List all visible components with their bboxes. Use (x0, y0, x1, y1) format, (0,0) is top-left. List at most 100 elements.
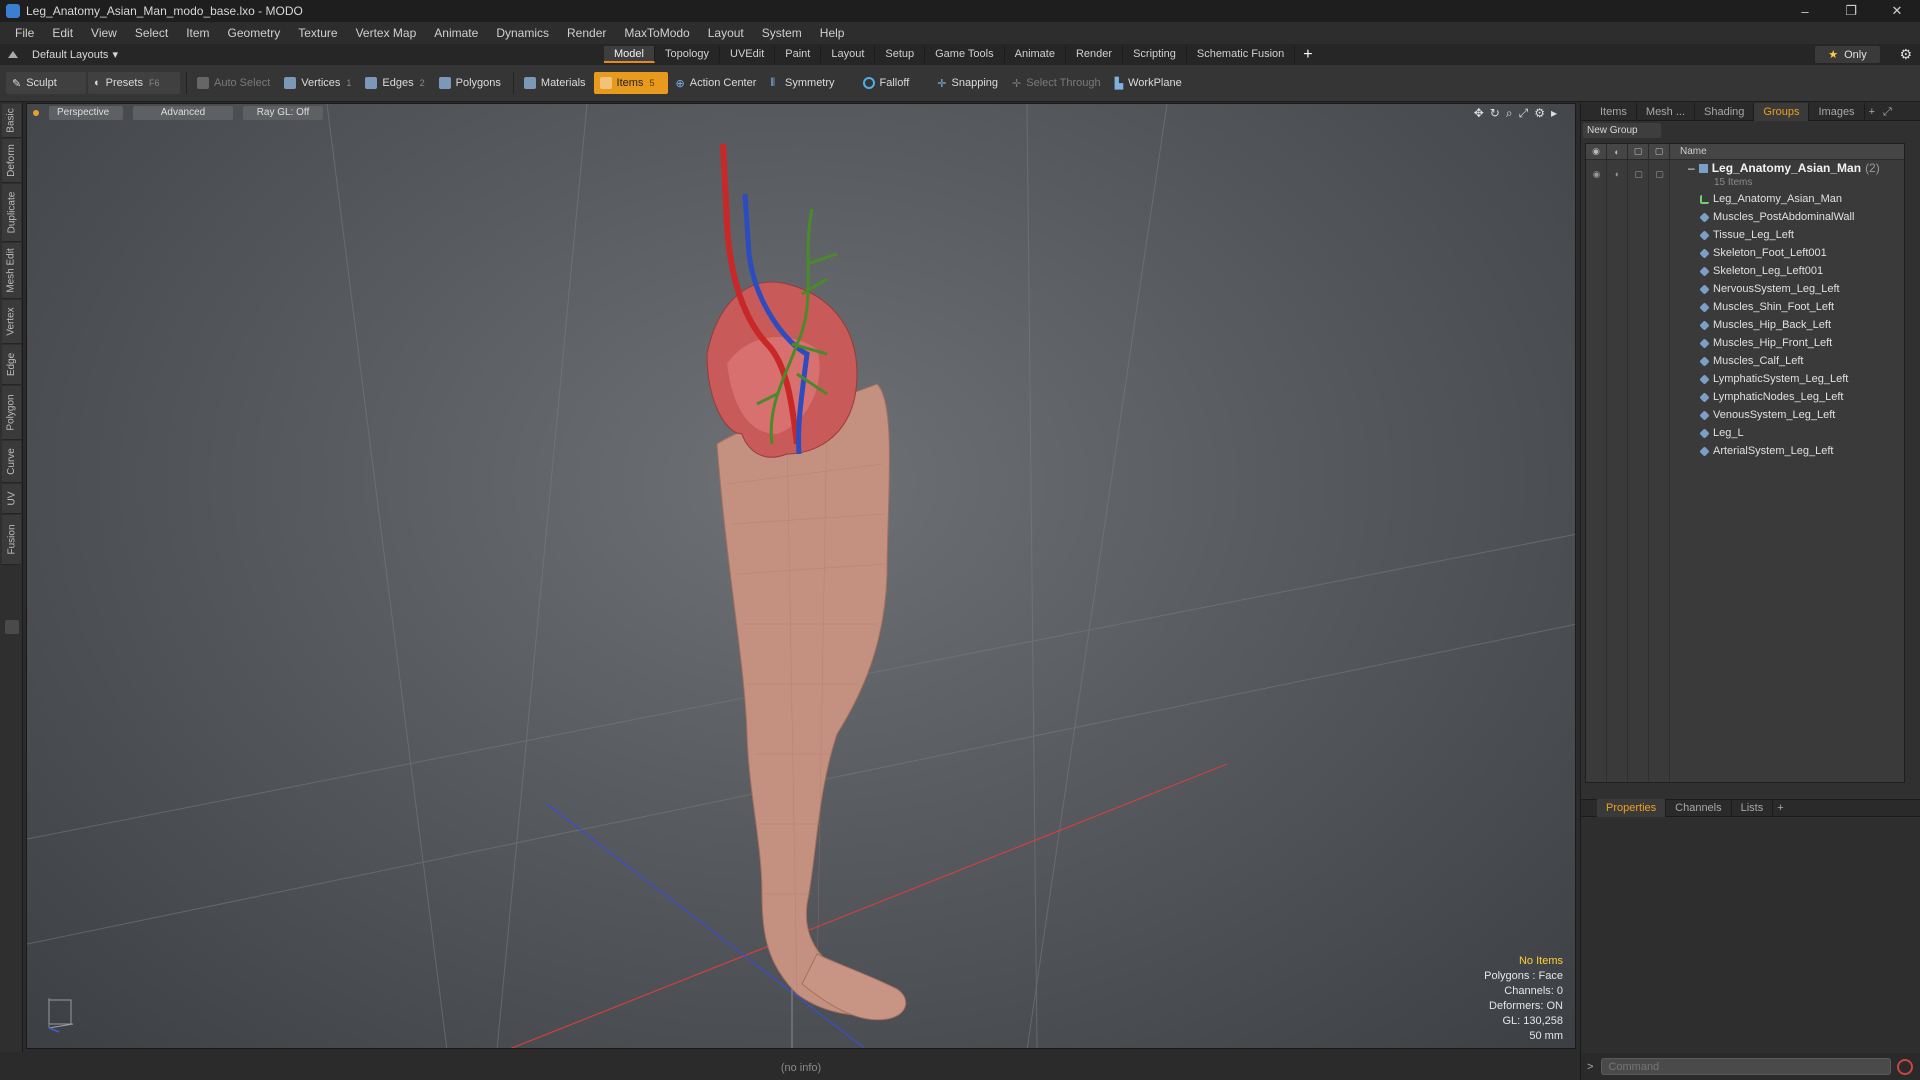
tab-animate[interactable]: Animate (1005, 46, 1066, 63)
menu-layout[interactable]: Layout (699, 26, 753, 40)
menu-system[interactable]: System (753, 26, 811, 40)
tab-layout[interactable]: Layout (821, 46, 876, 63)
materials-button[interactable]: Materials (518, 72, 592, 94)
menu-select[interactable]: Select (126, 26, 177, 40)
list-item[interactable]: Muscles_Hip_Front_Left (1670, 334, 1906, 352)
menu-vertex-map[interactable]: Vertex Map (347, 26, 426, 40)
collapse-arrow-icon[interactable] (8, 51, 18, 58)
restore-button[interactable]: ❐ (1828, 0, 1874, 22)
edges-button[interactable]: Edges 2 (359, 72, 430, 94)
layout-selector[interactable]: Default Layouts ▾ (0, 44, 150, 65)
list-item[interactable]: ArterialSystem_Leg_Left (1670, 442, 1906, 460)
group-visibility-toggle[interactable]: ◉ (1586, 166, 1607, 182)
list-item[interactable]: Skeleton_Foot_Left001 (1670, 244, 1906, 262)
stop-icon[interactable] (1897, 1058, 1914, 1075)
group-select-toggle[interactable]: ▢ (1649, 166, 1670, 182)
tab-channels[interactable]: Channels (1666, 799, 1732, 817)
vtab-vertex[interactable]: Vertex (2, 300, 21, 344)
list-item[interactable]: Tissue_Leg_Left (1670, 226, 1906, 244)
tab-render[interactable]: Render (1066, 46, 1124, 63)
add-panel-tab-button[interactable]: + (1865, 103, 1879, 121)
gear-icon[interactable]: ⚙ (1899, 46, 1912, 63)
list-item[interactable]: Leg_Anatomy_Asian_Man (1670, 190, 1906, 208)
vtab-deform[interactable]: Deform (2, 139, 21, 183)
falloff-button[interactable]: Falloff (857, 72, 916, 94)
action-center-button[interactable]: ⊕ Action Center (670, 72, 763, 94)
pan-icon[interactable]: ✥ (1474, 106, 1484, 121)
fit-icon[interactable]: ⤢ (1519, 106, 1529, 121)
menu-geometry[interactable]: Geometry (219, 26, 290, 40)
new-group-button[interactable]: New Group (1583, 123, 1661, 138)
collapse-icon[interactable]: – (1688, 161, 1695, 175)
select-through-button[interactable]: ✛ Select Through (1006, 72, 1107, 94)
shading-dropdown[interactable]: Advanced (133, 106, 233, 120)
polygons-button[interactable]: Polygons (433, 72, 507, 94)
tab-items[interactable]: Items (1591, 102, 1637, 121)
list-item[interactable]: Muscles_PostAbdominalWall (1670, 208, 1906, 226)
list-item[interactable]: Muscles_Shin_Foot_Left (1670, 298, 1906, 316)
tab-schematic-fusion[interactable]: Schematic Fusion (1187, 46, 1296, 63)
visibility-column-icon[interactable]: ◉ (1586, 143, 1607, 160)
vtab-uv[interactable]: UV (2, 484, 21, 514)
presets-button[interactable]: ◐ Presets F6 (88, 72, 180, 94)
vtab-curve[interactable]: Curve (2, 441, 21, 483)
add-tab-button[interactable]: + (1295, 46, 1320, 63)
lock-column-icon[interactable]: ▢ (1628, 143, 1649, 160)
menu-animate[interactable]: Animate (425, 26, 487, 40)
tab-shading[interactable]: Shading (1695, 102, 1755, 121)
list-item[interactable]: NervousSystem_Leg_Left (1670, 280, 1906, 298)
vtab-mesh-edit[interactable]: Mesh Edit (2, 243, 21, 299)
panel-toggle-button[interactable] (5, 620, 19, 634)
tab-uvedit[interactable]: UVEdit (720, 46, 776, 63)
menu-file[interactable]: File (6, 26, 43, 40)
snapping-button[interactable]: ✛ Snapping (931, 72, 1004, 94)
view-type-dropdown[interactable]: Perspective (49, 106, 123, 120)
menu-maxtomodo[interactable]: MaxToModo (615, 26, 698, 40)
group-row[interactable]: – Leg_Anatomy_Asian_Man (2) (1670, 160, 1906, 176)
auto-select-button[interactable]: Auto Select (191, 72, 276, 94)
list-item[interactable]: VenousSystem_Leg_Left (1670, 406, 1906, 424)
list-item[interactable]: Muscles_Hip_Back_Left (1670, 316, 1906, 334)
rotate-icon[interactable]: ↻ (1490, 106, 1500, 121)
viewport-menu-dot[interactable] (33, 110, 39, 116)
minimize-button[interactable]: – (1782, 0, 1828, 22)
list-item[interactable]: Leg_L (1670, 424, 1906, 442)
vertices-button[interactable]: Vertices 1 (278, 72, 357, 94)
render-column-icon[interactable]: ◐ (1607, 143, 1628, 160)
tab-game-tools[interactable]: Game Tools (925, 46, 1005, 63)
tab-properties[interactable]: Properties (1597, 799, 1667, 817)
tab-setup[interactable]: Setup (875, 46, 926, 63)
maximize-panel-icon[interactable]: ⤢ (1879, 103, 1896, 121)
tab-groups[interactable]: Groups (1754, 102, 1810, 121)
vtab-fusion[interactable]: Fusion (2, 515, 21, 565)
raygl-toggle[interactable]: Ray GL: Off (243, 106, 323, 120)
zoom-icon[interactable]: ⌕ (1506, 106, 1513, 121)
only-toggle[interactable]: ★ Only (1815, 46, 1880, 63)
menu-texture[interactable]: Texture (289, 26, 346, 40)
select-column-icon[interactable]: ▢ (1649, 143, 1670, 160)
tab-topology[interactable]: Topology (655, 46, 721, 63)
vtab-duplicate[interactable]: Duplicate (2, 184, 21, 242)
menu-render[interactable]: Render (558, 26, 615, 40)
vtab-edge[interactable]: Edge (2, 345, 21, 385)
vtab-basic[interactable]: Basic (2, 104, 21, 138)
list-item[interactable]: Skeleton_Leg_Left001 (1670, 262, 1906, 280)
symmetry-button[interactable]: ⫴ Symmetry (764, 72, 840, 94)
tab-mesh[interactable]: Mesh ... (1637, 102, 1696, 121)
group-lock-toggle[interactable]: ▢ (1628, 166, 1649, 182)
menu-view[interactable]: View (82, 26, 126, 40)
menu-dynamics[interactable]: Dynamics (487, 26, 558, 40)
menu-item[interactable]: Item (177, 26, 218, 40)
menu-edit[interactable]: Edit (43, 26, 82, 40)
workplane-button[interactable]: ▙ WorkPlane (1109, 72, 1188, 94)
command-input[interactable] (1601, 1058, 1892, 1075)
menu-help[interactable]: Help (811, 26, 854, 40)
tab-lists[interactable]: Lists (1732, 799, 1774, 817)
close-button[interactable]: ✕ (1874, 0, 1920, 22)
tab-scripting[interactable]: Scripting (1123, 46, 1187, 63)
list-item[interactable]: LymphaticSystem_Leg_Left (1670, 370, 1906, 388)
3d-viewport[interactable]: Perspective Advanced Ray GL: Off ✥ ↻ ⌕ ⤢… (26, 103, 1576, 1049)
vtab-polygon[interactable]: Polygon (2, 386, 21, 440)
add-prop-tab-button[interactable]: + (1773, 799, 1787, 817)
tab-images[interactable]: Images (1809, 102, 1865, 121)
